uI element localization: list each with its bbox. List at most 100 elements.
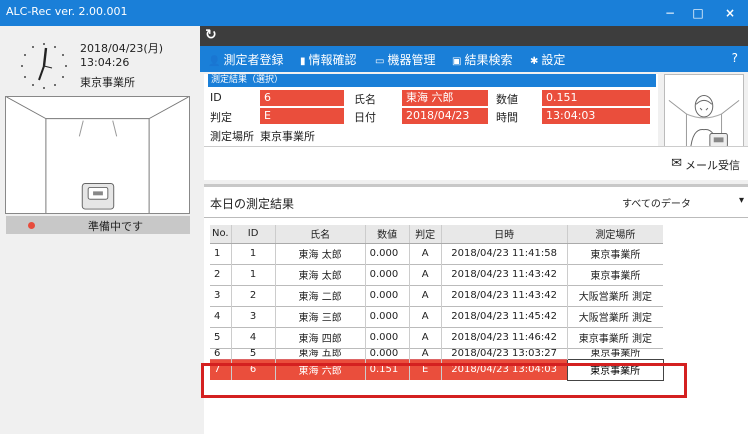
id-value: 6 xyxy=(260,90,344,106)
cell-datetime: 2018/04/23 11:46:42 xyxy=(440,326,568,348)
time-label: 時間 xyxy=(496,111,518,124)
cell-judge: A xyxy=(408,326,442,348)
refresh-icon[interactable]: ↻ xyxy=(205,27,217,43)
divider xyxy=(204,217,748,218)
cell-value: 0.000 xyxy=(364,242,410,264)
cell-id: 5 xyxy=(230,347,276,359)
cell-value: 0.000 xyxy=(364,326,410,348)
cell-value: 0.000 xyxy=(364,305,410,327)
cell-id: 4 xyxy=(230,326,276,348)
col-header-id[interactable]: ID xyxy=(230,225,276,244)
table-row[interactable]: 1 1 東海 太郎 0.000 A 2018/04/23 11:41:58 東京… xyxy=(210,242,664,264)
table-row[interactable]: 5 4 東海 四郎 0.000 A 2018/04/23 11:46:42 東京… xyxy=(210,326,664,348)
results-table: No. ID 氏名 数値 判定 日時 測定場所 1 1 東海 太郎 0.000 … xyxy=(210,225,664,381)
cell-value: 0.000 xyxy=(364,263,410,285)
cell-no: 4 xyxy=(210,305,232,327)
app-title: ALC-Rec ver. 2.00.001 xyxy=(6,5,128,18)
cell-id: 1 xyxy=(230,242,276,264)
id-label: ID xyxy=(210,91,222,104)
cell-place: 東京事業所 xyxy=(566,263,664,285)
menu-item-device[interactable]: ▭ 機器管理 xyxy=(375,51,435,68)
status-text: 準備中です xyxy=(88,220,143,233)
menu-item-register[interactable]: 👤 測定者登録 xyxy=(208,51,283,68)
cell-id: 1 xyxy=(230,263,276,285)
cell-no: 6 xyxy=(210,347,232,359)
person-icon: 👤 xyxy=(208,56,221,67)
current-date: 2018/04/23(月) xyxy=(80,42,163,55)
left-panel: 2018/04/23(月) 13:04:26 東京事業所 準備中です xyxy=(0,26,200,434)
gear-icon: ✱ xyxy=(530,56,539,67)
cell-no: 2 xyxy=(210,263,232,285)
mail-receive-button[interactable]: メール受信 xyxy=(685,157,740,173)
cell-no: 3 xyxy=(210,284,232,306)
analog-clock-icon xyxy=(21,43,67,89)
time-value: 13:04:03 xyxy=(542,108,650,124)
mail-icon[interactable]: ✉ xyxy=(671,156,682,171)
cell-place: 大阪営業所 測定 xyxy=(566,284,664,306)
cell-datetime: 2018/04/23 13:03:27 xyxy=(440,347,568,359)
cell-datetime: 2018/04/23 11:41:58 xyxy=(440,242,568,264)
person-illustration xyxy=(664,74,744,154)
cell-place: 東京事業所 xyxy=(566,347,664,359)
cell-no: 1 xyxy=(210,242,232,264)
col-header-datetime[interactable]: 日時 xyxy=(440,225,568,244)
status-bar: 準備中です xyxy=(6,216,190,234)
data-filter-select[interactable]: すべてのデータ ▾ xyxy=(622,195,746,211)
cell-name: 東海 太郎 xyxy=(274,263,366,285)
cell-datetime: 2018/04/23 11:45:42 xyxy=(440,305,568,327)
cell-place: 東京事業所 xyxy=(566,242,664,264)
judge-label: 判定 xyxy=(210,111,232,124)
cell-id: 2 xyxy=(230,284,276,306)
table-row[interactable]: 2 1 東海 太郎 0.000 A 2018/04/23 11:43:42 東京… xyxy=(210,263,664,285)
today-results-title: 本日の測定結果 xyxy=(210,197,295,211)
office-name: 東京事業所 xyxy=(80,76,135,89)
name-label: 氏名 xyxy=(354,93,376,106)
measurement-booth-illustration xyxy=(5,96,190,214)
result-header: 測定結果（選択） xyxy=(208,74,656,87)
status-indicator-icon xyxy=(28,222,35,229)
help-button[interactable]: ? xyxy=(732,51,738,65)
cell-name: 東海 二郎 xyxy=(274,284,366,306)
col-header-no[interactable]: No. xyxy=(210,225,232,244)
value-value: 0.151 xyxy=(542,90,650,106)
place-label: 測定場所 xyxy=(210,130,254,143)
table-row[interactable]: 3 2 東海 二郎 0.000 A 2018/04/23 11:43:42 大阪… xyxy=(210,284,664,306)
device-icon: ▭ xyxy=(375,56,385,67)
value-label: 数値 xyxy=(496,93,518,106)
cell-value: 0.000 xyxy=(364,284,410,306)
minimize-button[interactable]: − xyxy=(656,0,684,26)
cell-name: 東海 太郎 xyxy=(274,242,366,264)
toolbar: ↻ xyxy=(200,26,748,46)
col-header-judge[interactable]: 判定 xyxy=(408,225,442,244)
table-row[interactable]: 6 5 東海 五郎 0.000 A 2018/04/23 13:03:27 東京… xyxy=(210,347,664,359)
col-header-place[interactable]: 測定場所 xyxy=(566,225,664,244)
menu-item-settings[interactable]: ✱ 設定 xyxy=(530,51,565,68)
cell-datetime: 2018/04/23 11:43:42 xyxy=(440,284,568,306)
cell-judge: A xyxy=(408,284,442,306)
chevron-down-icon: ▾ xyxy=(738,195,744,206)
cell-judge: A xyxy=(408,305,442,327)
cell-judge: A xyxy=(408,242,442,264)
cell-datetime: 2018/04/23 11:43:42 xyxy=(440,263,568,285)
menu-bar: 👤 測定者登録 ▮ 情報確認 ▭ 機器管理 ▣ 結果検索 ✱ 設定 ? xyxy=(200,46,748,72)
col-header-value[interactable]: 数値 xyxy=(364,225,410,244)
selection-highlight-frame xyxy=(201,363,687,398)
maximize-button[interactable]: □ xyxy=(684,0,712,26)
info-icon: ▮ xyxy=(300,56,306,67)
close-button[interactable]: × xyxy=(716,0,744,26)
menu-item-search[interactable]: ▣ 結果検索 xyxy=(452,51,512,68)
cell-name: 東海 四郎 xyxy=(274,326,366,348)
mail-row: ✉ メール受信 xyxy=(204,146,748,180)
menu-item-info[interactable]: ▮ 情報確認 xyxy=(300,51,357,68)
date-label: 日付 xyxy=(354,111,376,124)
col-header-name[interactable]: 氏名 xyxy=(274,225,366,244)
cell-name: 東海 三郎 xyxy=(274,305,366,327)
table-row[interactable]: 4 3 東海 三郎 0.000 A 2018/04/23 11:45:42 大阪… xyxy=(210,305,664,327)
calendar-icon: ▣ xyxy=(452,56,462,67)
cell-judge: A xyxy=(408,263,442,285)
cell-id: 3 xyxy=(230,305,276,327)
title-bar: ALC-Rec ver. 2.00.001 − □ × xyxy=(0,0,748,26)
cell-judge: A xyxy=(408,347,442,359)
cell-place: 東京事業所 測定 xyxy=(566,326,664,348)
cell-value: 0.000 xyxy=(364,347,410,359)
